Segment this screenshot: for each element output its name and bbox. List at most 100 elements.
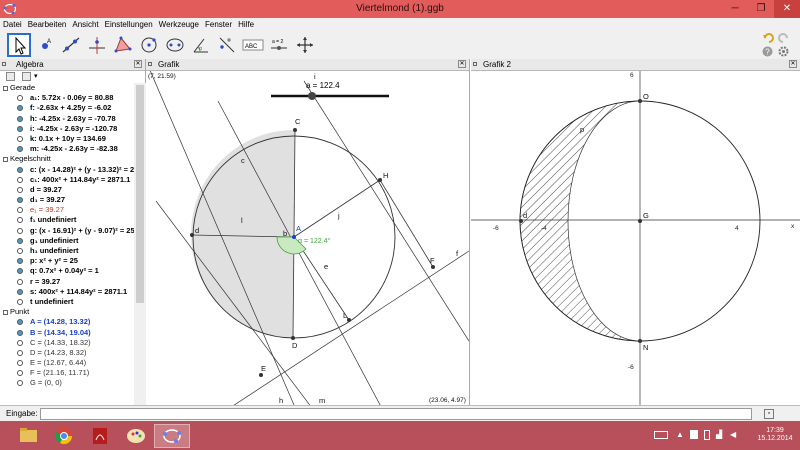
point-o[interactable]: [638, 99, 642, 103]
algebra-item[interactable]: A = (14.28, 13.32): [0, 317, 134, 327]
circle-tool-button[interactable]: [137, 33, 161, 57]
algebra-item[interactable]: s: 400x² + 114.84y² = 2871.1: [0, 287, 134, 297]
panel-toggle-icon[interactable]: [148, 62, 152, 66]
close-panel-icon[interactable]: ✕: [134, 60, 142, 68]
visibility-toggle-icon[interactable]: [17, 288, 23, 295]
visibility-toggle-icon[interactable]: [17, 197, 23, 204]
visibility-toggle-icon[interactable]: [17, 146, 23, 153]
visibility-toggle-icon[interactable]: [17, 125, 23, 132]
clock[interactable]: 17:39 15.12.2014: [752, 427, 798, 443]
close-panel-icon[interactable]: ✕: [458, 60, 466, 68]
graphics2-canvas[interactable]: -6 -4 4 6 -6 x O N G d p: [471, 71, 800, 405]
visibility-toggle-icon[interactable]: [17, 329, 23, 336]
algebra-item[interactable]: C = (14.33, 18.32): [0, 338, 134, 348]
algebra-item[interactable]: a₁: 5.72x - 0.06y = 80.88: [0, 93, 134, 103]
algebra-item[interactable]: B = (14.34, 19.04): [0, 328, 134, 338]
visibility-toggle-icon[interactable]: [17, 248, 23, 254]
scrollbar-thumb[interactable]: [136, 85, 144, 303]
algebra-item[interactable]: h₁ undefiniert: [0, 246, 134, 256]
visibility-toggle-icon[interactable]: [17, 370, 23, 377]
point-h[interactable]: [378, 178, 382, 182]
algebra-item[interactable]: t undefiniert: [0, 297, 134, 307]
move-tool-button[interactable]: [7, 33, 31, 57]
algebra-item[interactable]: d₁ = 39.27: [0, 195, 134, 205]
move-view-tool-button[interactable]: [293, 33, 317, 57]
visibility-toggle-icon[interactable]: [17, 105, 23, 112]
algebra-item[interactable]: f₁ undefiniert: [0, 215, 134, 225]
menu-datei[interactable]: Datei: [0, 18, 25, 29]
point-f[interactable]: [431, 265, 435, 269]
perpendicular-tool-button[interactable]: [85, 33, 109, 57]
algebra-item[interactable]: e₁ = 39.27: [0, 205, 134, 215]
visibility-toggle-icon[interactable]: [17, 135, 23, 142]
sort-dropdown-icon[interactable]: ▾: [34, 72, 38, 80]
visibility-toggle-icon[interactable]: [17, 115, 23, 122]
undo-icon[interactable]: [762, 32, 774, 44]
visibility-toggle-icon[interactable]: [17, 217, 23, 224]
collapse-toggle-icon[interactable]: [3, 310, 8, 316]
algebra-item[interactable]: c: (x - 14.28)² + (y - 13.32)² = 25: [0, 165, 134, 175]
visibility-toggle-icon[interactable]: [17, 298, 23, 305]
algebra-item[interactable]: c₁: 400x² + 114.84y² = 2871.1: [0, 175, 134, 185]
point-tool-button[interactable]: A: [33, 33, 57, 57]
algebra-item[interactable]: r = 39.27: [0, 277, 134, 287]
visibility-toggle-icon[interactable]: [17, 278, 23, 285]
visibility-toggle-icon[interactable]: [17, 95, 23, 102]
visibility-toggle-icon[interactable]: [17, 227, 23, 234]
panel-toggle-icon[interactable]: [473, 62, 477, 66]
visibility-toggle-icon[interactable]: [17, 339, 23, 346]
menu-einstellungen[interactable]: Einstellungen: [102, 18, 156, 29]
point-l[interactable]: [347, 318, 351, 322]
algebra-scrollbar[interactable]: [134, 83, 146, 405]
slider-tool-button[interactable]: a = 2: [267, 33, 291, 57]
visibility-toggle-icon[interactable]: [17, 268, 23, 275]
sort-icon[interactable]: [22, 72, 31, 81]
menu-ansicht[interactable]: Ansicht: [69, 18, 101, 29]
algebra-item[interactable]: D = (14.23, 8.32): [0, 348, 134, 358]
algebra-category[interactable]: Kegelschnitt: [0, 154, 134, 164]
algebra-item[interactable]: g: (x - 16.91)² + (y - 9.07)² = 25: [0, 226, 134, 236]
algebra-item[interactable]: k: 0.1x + 10y = 134.69: [0, 134, 134, 144]
visibility-toggle-icon[interactable]: [17, 186, 23, 193]
help-icon[interactable]: ?: [762, 46, 773, 57]
slider-knob[interactable]: [308, 92, 316, 100]
algebra-item[interactable]: p: x² + y² = 25: [0, 256, 134, 266]
menu-fenster[interactable]: Fenster: [202, 18, 235, 29]
algebra-item[interactable]: i: -4.25x - 2.63y = -120.78: [0, 124, 134, 134]
text-tool-button[interactable]: ABC: [241, 33, 265, 57]
visibility-toggle-icon[interactable]: [17, 360, 23, 367]
taskbar-chrome[interactable]: [46, 424, 82, 448]
algebra-category[interactable]: Gerade: [0, 83, 134, 93]
taskbar-geogebra[interactable]: [154, 424, 190, 448]
visibility-toggle-icon[interactable]: [17, 207, 23, 214]
point-n[interactable]: [638, 339, 642, 343]
taskbar-acrobat[interactable]: [82, 424, 118, 448]
close-panel-icon[interactable]: ✕: [789, 60, 797, 68]
visibility-toggle-icon[interactable]: [17, 166, 23, 173]
algebra-item[interactable]: q: 0.7x² + 0.04y² = 1: [0, 266, 134, 276]
algebra-item[interactable]: m: -4.25x - 2.63y = -82.38: [0, 144, 134, 154]
algebra-item[interactable]: h: -4.25x - 2.63y = -70.78: [0, 114, 134, 124]
algebra-category[interactable]: Punkt: [0, 307, 134, 317]
angle-tool-button[interactable]: α: [189, 33, 213, 57]
point-a[interactable]: [292, 235, 296, 239]
close-button[interactable]: ✕: [774, 0, 800, 18]
algebra-item[interactable]: f: -2.63x + 4.25y = -6.02: [0, 103, 134, 113]
visibility-toggle-icon[interactable]: [17, 258, 23, 265]
keyboard-icon[interactable]: [654, 431, 668, 439]
taskbar-paint[interactable]: [118, 424, 154, 448]
point-d-left[interactable]: [190, 233, 194, 237]
point-c[interactable]: [293, 128, 297, 132]
algebra-item[interactable]: E = (12.67, 6.44): [0, 358, 134, 368]
battery-icon[interactable]: [704, 430, 710, 440]
input-help-icon[interactable]: ▫: [764, 409, 774, 419]
line-tool-button[interactable]: [59, 33, 83, 57]
reflect-tool-button[interactable]: [215, 33, 239, 57]
input-field[interactable]: [40, 408, 752, 420]
polygon-tool-button[interactable]: [111, 33, 135, 57]
point-d[interactable]: [291, 336, 295, 340]
settings-gear-icon[interactable]: [778, 46, 789, 57]
menu-hilfe[interactable]: Hilfe: [235, 18, 257, 29]
network-icon[interactable]: ▟: [716, 430, 722, 439]
collapse-toggle-icon[interactable]: [3, 86, 8, 91]
